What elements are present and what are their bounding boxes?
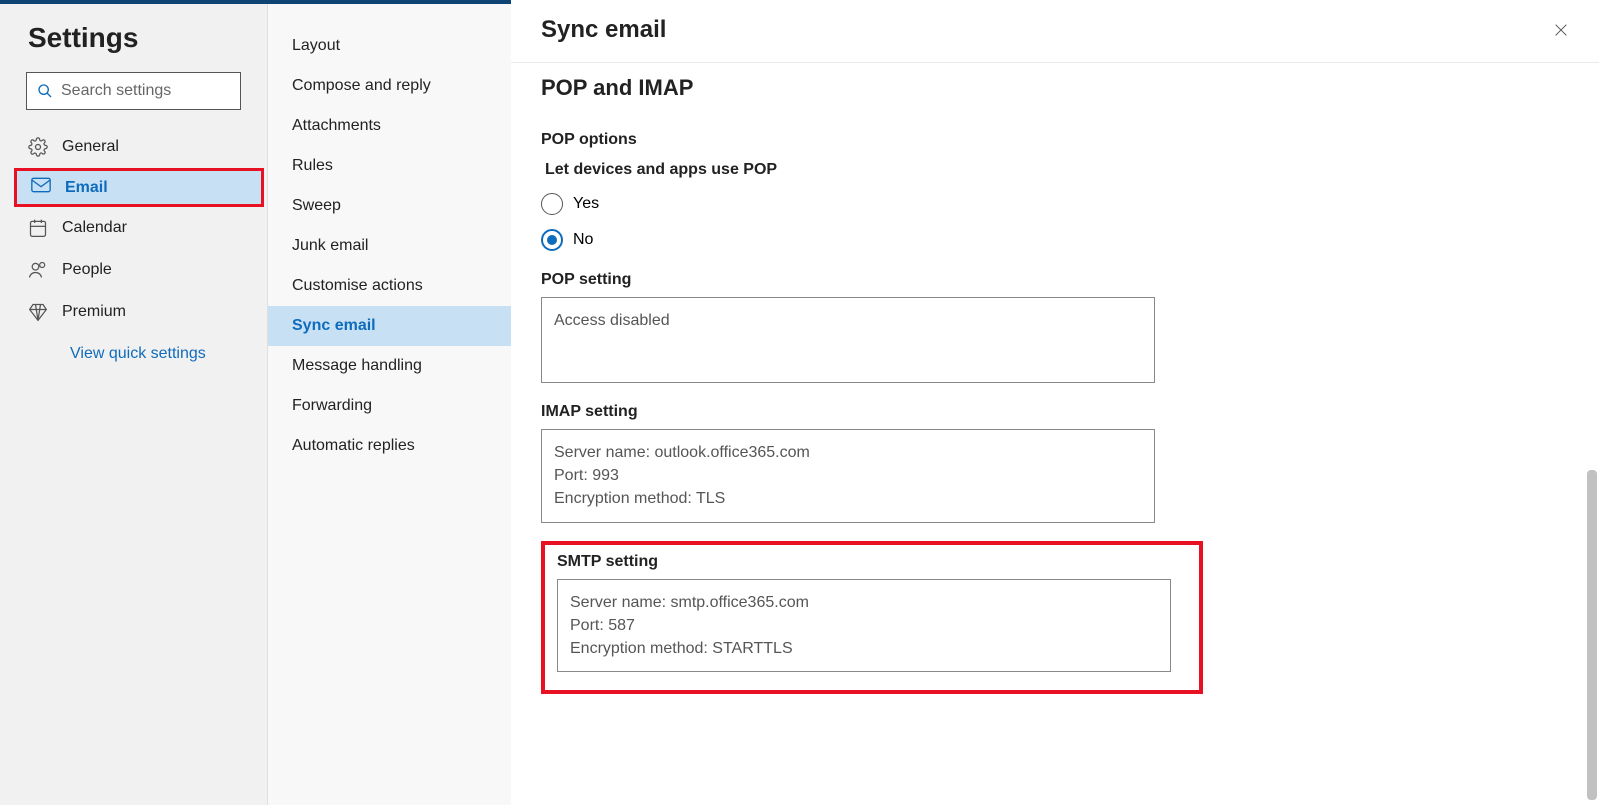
subnav-attachments[interactable]: Attachments — [268, 106, 511, 146]
sidebar-item-email[interactable]: Email — [14, 168, 264, 207]
subnav-rules[interactable]: Rules — [268, 146, 511, 186]
subnav-customise-actions[interactable]: Customise actions — [268, 266, 511, 306]
people-icon — [28, 260, 48, 280]
smtp-encryption: Encryption method: STARTTLS — [570, 637, 1158, 660]
subnav-junk-email[interactable]: Junk email — [268, 226, 511, 266]
sidebar-item-general[interactable]: General — [0, 126, 267, 168]
pop-setting-label: POP setting — [541, 271, 1569, 289]
imap-setting-box: Server name: outlook.office365.com Port:… — [541, 429, 1155, 523]
section-pop-imap-title: POP and IMAP — [541, 75, 1569, 101]
sidebar-item-label: Premium — [62, 303, 126, 321]
settings-title: Settings — [0, 18, 267, 72]
sidebar-item-label: Email — [65, 179, 108, 197]
gear-icon — [28, 137, 48, 157]
radio-no-dot — [547, 235, 557, 245]
scrollbar-thumb[interactable] — [1587, 470, 1597, 800]
radio-no-label: No — [573, 231, 593, 249]
imap-encryption: Encryption method: TLS — [554, 487, 1142, 510]
sidebar-item-label: Calendar — [62, 219, 127, 237]
subnav-automatic-replies[interactable]: Automatic replies — [268, 426, 511, 466]
subnav-sync-email[interactable]: Sync email — [268, 306, 511, 346]
pop-setting-value: Access disabled — [554, 309, 1142, 332]
settings-detail-panel: Sync email POP and IMAP POP options Let … — [511, 0, 1599, 805]
sidebar-item-premium[interactable]: Premium — [0, 291, 267, 333]
imap-server: Server name: outlook.office365.com — [554, 441, 1142, 464]
sidebar-item-label: People — [62, 261, 112, 279]
pop-setting-box: Access disabled — [541, 297, 1155, 383]
radio-yes-row[interactable]: Yes — [541, 193, 1569, 215]
smtp-port: Port: 587 — [570, 614, 1158, 637]
subnav-message-handling[interactable]: Message handling — [268, 346, 511, 386]
pop-allow-label: Let devices and apps use POP — [541, 161, 1569, 179]
diamond-icon — [28, 302, 48, 322]
smtp-setting-box: Server name: smtp.office365.com Port: 58… — [557, 579, 1171, 673]
imap-setting-label: IMAP setting — [541, 403, 1569, 421]
subnav-compose-reply[interactable]: Compose and reply — [268, 66, 511, 106]
mail-icon — [31, 177, 51, 198]
close-button[interactable] — [1549, 18, 1573, 42]
sidebar-item-people[interactable]: People — [0, 249, 267, 291]
imap-port: Port: 993 — [554, 464, 1142, 487]
view-quick-settings-link[interactable]: View quick settings — [0, 333, 267, 375]
search-settings-wrapper[interactable] — [26, 72, 241, 110]
settings-primary-sidebar: Settings General Email Calendar People P… — [0, 0, 268, 805]
pop-options-heading: POP options — [541, 131, 1569, 149]
panel-header: Sync email — [511, 0, 1599, 63]
settings-secondary-sidebar: Layout Compose and reply Attachments Rul… — [268, 0, 511, 805]
subnav-sweep[interactable]: Sweep — [268, 186, 511, 226]
search-icon — [37, 83, 53, 99]
smtp-highlight-box: SMTP setting Server name: smtp.office365… — [541, 541, 1203, 695]
radio-yes[interactable] — [541, 193, 563, 215]
search-settings-input[interactable] — [53, 82, 230, 100]
subnav-forwarding[interactable]: Forwarding — [268, 386, 511, 426]
close-icon — [1553, 22, 1569, 38]
calendar-icon — [28, 218, 48, 238]
smtp-setting-label: SMTP setting — [557, 553, 1187, 571]
panel-title: Sync email — [541, 16, 1549, 44]
sidebar-item-calendar[interactable]: Calendar — [0, 207, 267, 249]
subnav-layout[interactable]: Layout — [268, 26, 511, 66]
smtp-server: Server name: smtp.office365.com — [570, 591, 1158, 614]
radio-no[interactable] — [541, 229, 563, 251]
sidebar-item-label: General — [62, 138, 119, 156]
radio-yes-label: Yes — [573, 195, 599, 213]
panel-body: POP and IMAP POP options Let devices and… — [511, 63, 1599, 706]
radio-no-row[interactable]: No — [541, 229, 1569, 251]
